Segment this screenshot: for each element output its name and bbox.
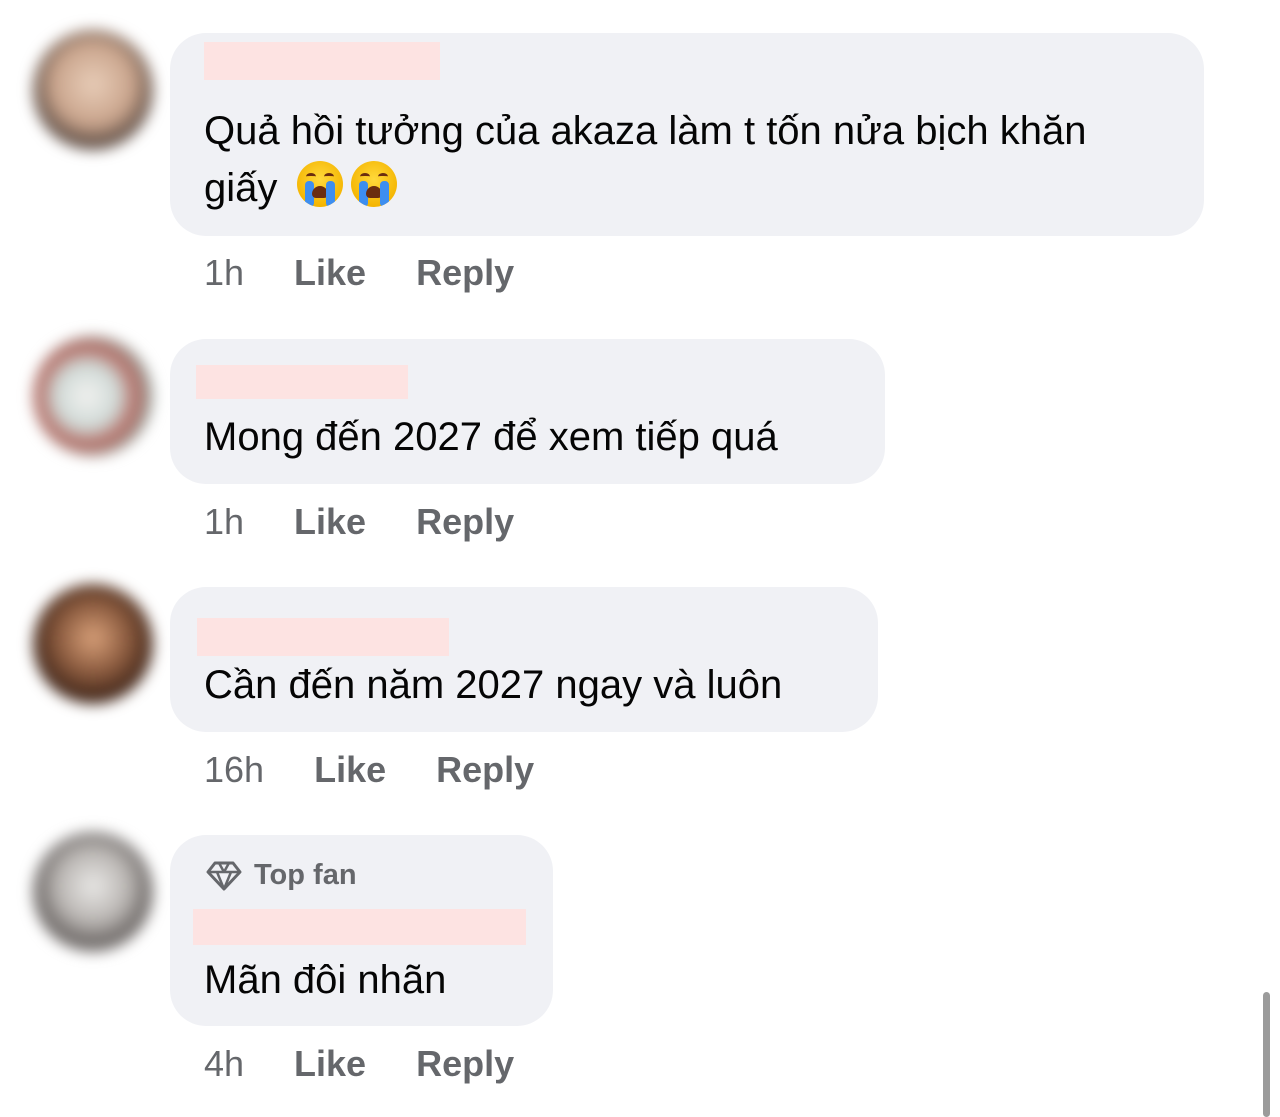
reply-button[interactable]: Reply: [416, 1043, 514, 1085]
loudly-crying-face-icon: [350, 161, 397, 207]
comment-actions: 1h Like Reply: [204, 252, 514, 294]
comment-time[interactable]: 1h: [204, 501, 244, 543]
comment-text-content: Mong đến 2027 để xem tiếp quá: [204, 415, 778, 459]
author-name-redacted[interactable]: [196, 365, 408, 399]
like-button[interactable]: Like: [314, 749, 386, 791]
like-button[interactable]: Like: [294, 1043, 366, 1085]
comment-bubble: Cần đến năm 2027 ngay và luôn: [170, 587, 878, 732]
comment-time[interactable]: 16h: [204, 749, 264, 791]
comment-bubble: Top fan Mãn đôi nhãn: [170, 835, 553, 1026]
comment-text: Mãn đôi nhãn: [204, 952, 519, 1009]
avatar[interactable]: [33, 584, 153, 704]
comment-bubble: Mong đến 2027 để xem tiếp quá: [170, 339, 885, 484]
comment-text: Cần đến năm 2027 ngay và luôn: [204, 657, 844, 714]
author-name-redacted[interactable]: [193, 909, 526, 945]
comment-time[interactable]: 4h: [204, 1043, 244, 1085]
comment-bubble: Quả hồi tưởng của akaza làm t tốn nửa bị…: [170, 33, 1204, 236]
comment-actions: 1h Like Reply: [204, 501, 514, 543]
scrollbar[interactable]: [1263, 992, 1270, 1117]
diamond-icon: [206, 861, 242, 890]
reply-button[interactable]: Reply: [416, 252, 514, 294]
comment-time[interactable]: 1h: [204, 252, 244, 294]
loudly-crying-face-icon: [296, 161, 343, 207]
comment-text: Mong đến 2027 để xem tiếp quá: [204, 409, 851, 466]
avatar[interactable]: [33, 336, 153, 456]
author-name-redacted[interactable]: [197, 618, 449, 656]
comment-text-content: Mãn đôi nhãn: [204, 958, 447, 1002]
reply-button[interactable]: Reply: [436, 749, 534, 791]
avatar[interactable]: [33, 30, 153, 150]
reply-button[interactable]: Reply: [416, 501, 514, 543]
avatar[interactable]: [33, 832, 153, 952]
comment-actions: 16h Like Reply: [204, 749, 534, 791]
top-fan-badge: Top fan: [206, 859, 357, 892]
comment-text-content: Cần đến năm 2027 ngay và luôn: [204, 663, 783, 707]
author-name-redacted[interactable]: [204, 42, 440, 80]
comment-actions: 4h Like Reply: [204, 1043, 514, 1085]
badge-label: Top fan: [254, 859, 357, 891]
like-button[interactable]: Like: [294, 501, 366, 543]
like-button[interactable]: Like: [294, 252, 366, 294]
comment-text: Quả hồi tưởng của akaza làm t tốn nửa bị…: [204, 103, 1170, 217]
